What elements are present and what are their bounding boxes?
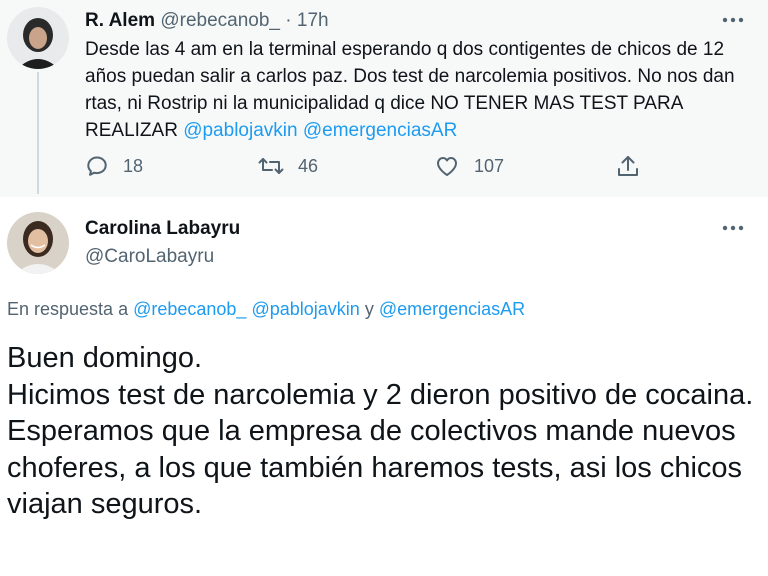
- reply-button[interactable]: 18: [85, 154, 143, 178]
- more-button[interactable]: [718, 218, 748, 238]
- separator: ·: [285, 10, 292, 31]
- tweet-text: Buen domingo. Hicimos test de narcolemia…: [7, 340, 757, 523]
- tweet-header: R. Alem @rebecanob_ · 17h: [85, 10, 329, 32]
- mention-link[interactable]: @pablojavkin: [251, 299, 359, 319]
- handle[interactable]: @CaroLabayru: [85, 246, 214, 268]
- mention-link[interactable]: @emergenciasAR: [379, 299, 525, 319]
- share-button[interactable]: [616, 154, 640, 180]
- parent-tweet[interactable]: R. Alem @rebecanob_ · 17h Desde las 4 am…: [0, 0, 768, 197]
- in-reply-and: y: [364, 299, 374, 319]
- more-icon: [722, 17, 744, 23]
- reply-count: 18: [123, 155, 144, 176]
- mention-link[interactable]: @rebecanob_: [133, 299, 246, 319]
- mention-link[interactable]: @pablojavkin: [183, 120, 297, 141]
- tweet-line: Esperamos que la empresa de colectivos m…: [7, 415, 743, 520]
- retweet-button[interactable]: 46: [258, 154, 318, 178]
- retweet-count: 46: [298, 155, 319, 176]
- reply-icon: [87, 156, 107, 176]
- thread-line: [37, 72, 39, 194]
- more-icon: [722, 225, 744, 231]
- share-icon: [618, 156, 638, 176]
- tweet-text: Desde las 4 am en la terminal esperando …: [85, 36, 755, 144]
- display-name[interactable]: R. Alem: [85, 10, 155, 31]
- like-count: 107: [474, 155, 505, 176]
- avatar[interactable]: [7, 212, 69, 274]
- display-name[interactable]: Carolina Labayru: [85, 218, 240, 240]
- in-reply-prefix: En respuesta a: [7, 299, 129, 319]
- in-reply-to: En respuesta a @rebecanob_ @pablojavkin …: [7, 299, 525, 320]
- tweet-line: Hicimos test de narcolemia y 2 dieron po…: [7, 378, 754, 411]
- mention-link[interactable]: @emergenciasAR: [303, 120, 457, 141]
- avatar[interactable]: [7, 7, 69, 69]
- like-icon: [437, 157, 457, 176]
- more-button[interactable]: [718, 10, 748, 30]
- tweet-line: Buen domingo.: [7, 342, 203, 374]
- like-button[interactable]: 107: [434, 154, 504, 178]
- retweet-icon: [258, 158, 284, 174]
- handle[interactable]: @rebecanob_: [160, 10, 280, 31]
- timestamp[interactable]: 17h: [297, 10, 329, 31]
